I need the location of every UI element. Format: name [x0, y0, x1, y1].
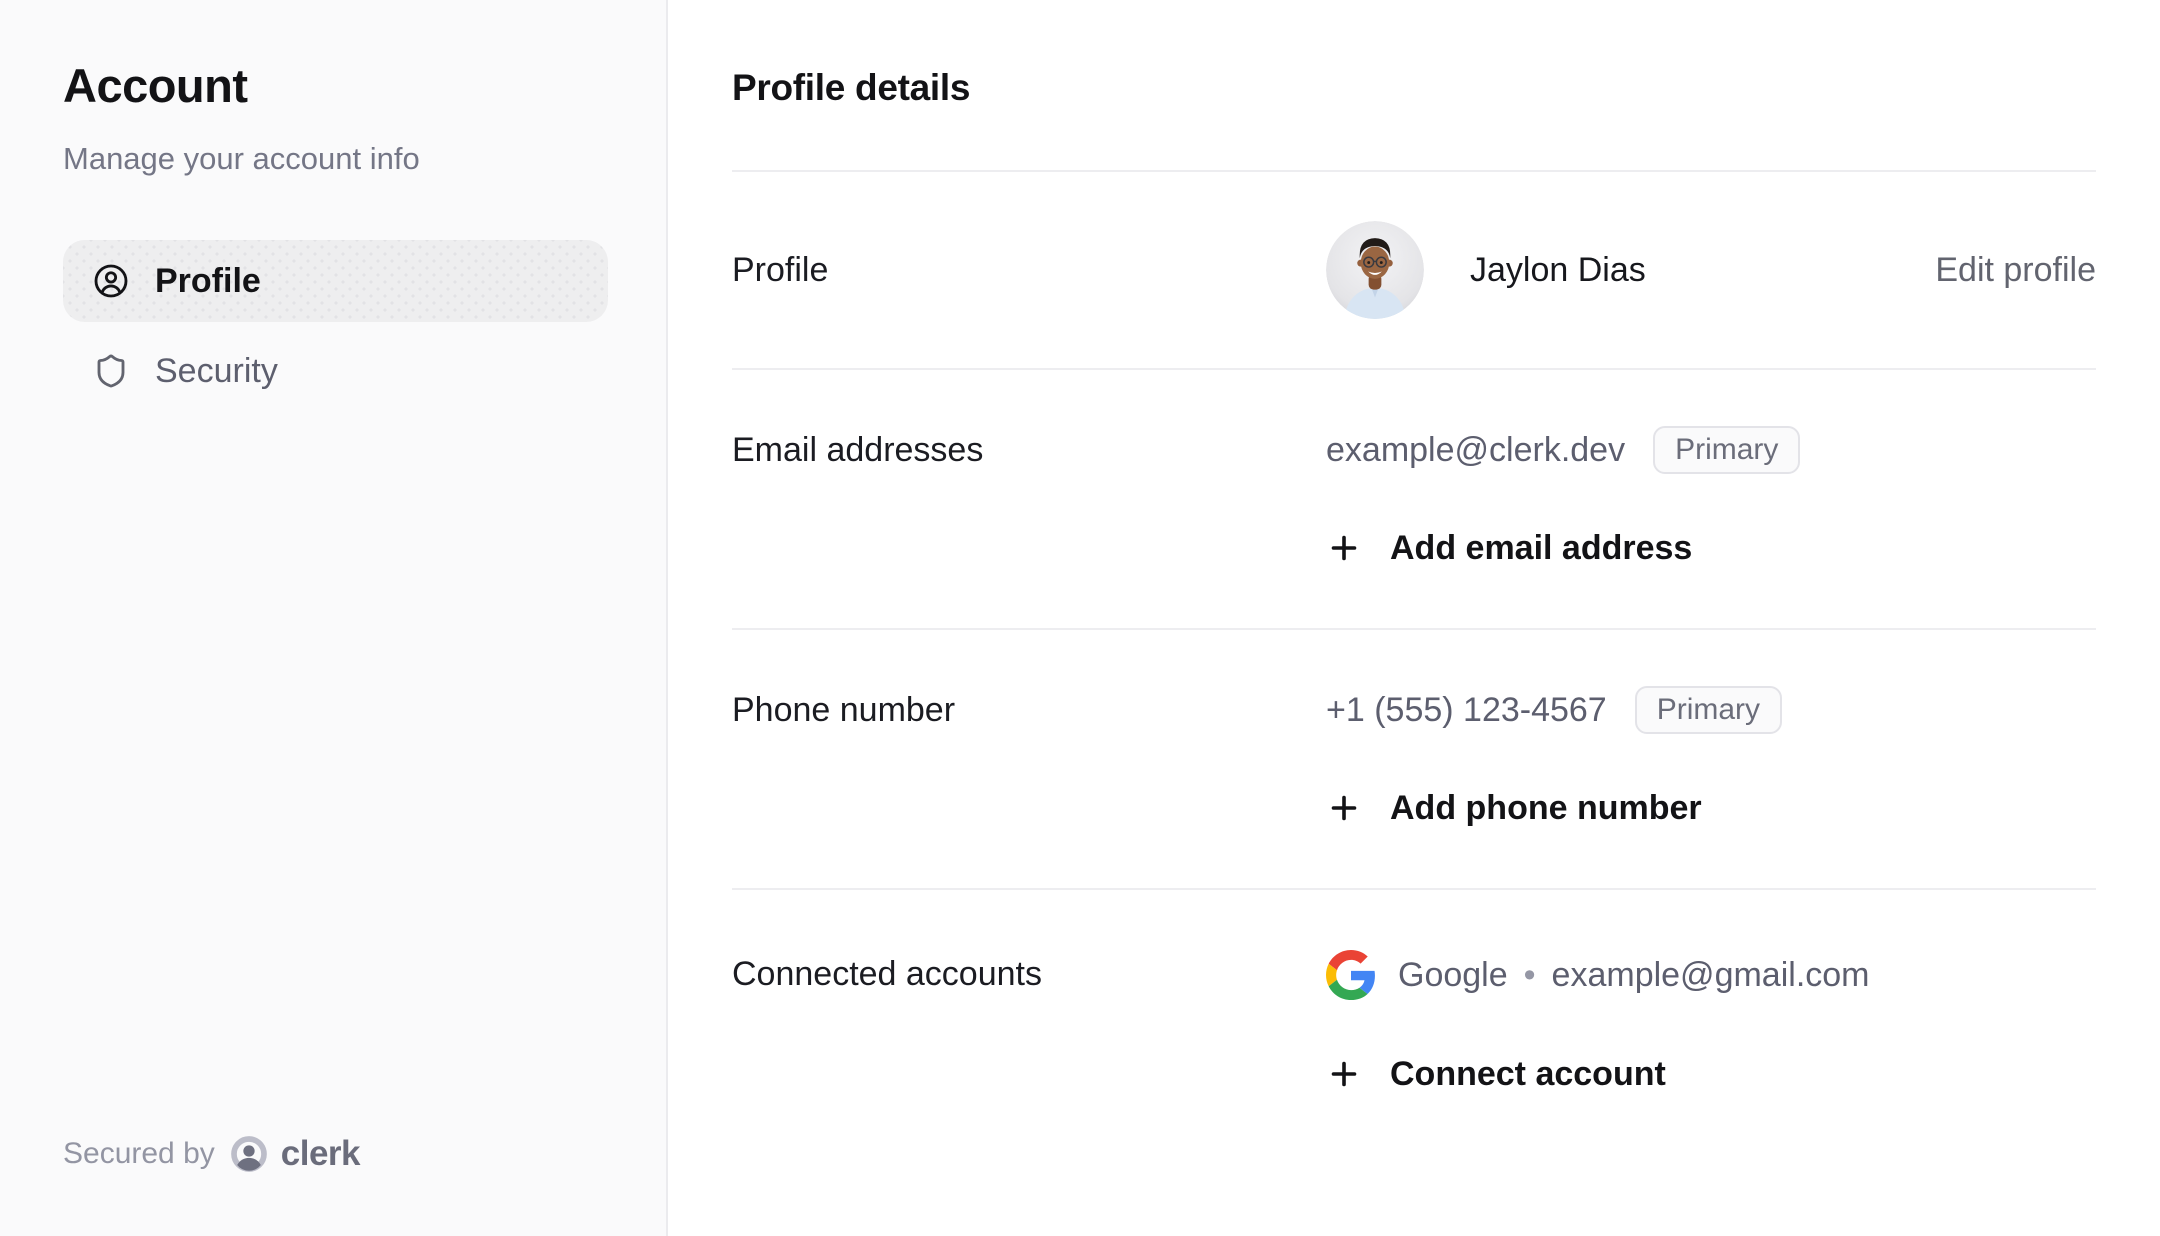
edit-profile-button[interactable]: Edit profile: [1935, 251, 2096, 290]
phone-value-column: +1 (555) 123-4567 Primary Add phone numb…: [1326, 686, 2096, 832]
connect-account-label: Connect account: [1390, 1055, 1666, 1094]
email-addresses-row: Email addresses example@clerk.dev Primar…: [732, 370, 2096, 630]
avatar: [1326, 221, 1424, 319]
profile-value: Jaylon Dias: [1326, 221, 1935, 319]
connect-account-button[interactable]: Connect account: [1326, 1050, 2096, 1098]
email-entry: example@clerk.dev Primary: [1326, 426, 2096, 474]
sidebar: Account Manage your account info Profile…: [0, 0, 668, 1236]
row-label-phone: Phone number: [732, 686, 1326, 734]
section-header: Profile details: [732, 0, 2096, 172]
primary-badge: Primary: [1653, 426, 1800, 474]
connected-account-entry: Google • example@gmail.com: [1326, 950, 2096, 1000]
email-value: example@clerk.dev: [1326, 431, 1625, 470]
account-title: Account: [63, 58, 608, 114]
phone-entry: +1 (555) 123-4567 Primary: [1326, 686, 2096, 734]
add-email-button[interactable]: Add email address: [1326, 524, 2096, 572]
email-value-column: example@clerk.dev Primary Add email addr…: [1326, 426, 2096, 572]
user-circle-icon: [93, 263, 129, 299]
add-email-label: Add email address: [1390, 529, 1692, 568]
account-subtitle: Manage your account info: [63, 140, 608, 178]
sidebar-item-security[interactable]: Security: [63, 330, 608, 412]
connected-value-column: Google • example@gmail.com Connect accou…: [1326, 950, 2096, 1098]
plus-icon: [1326, 790, 1362, 826]
plus-icon: [1326, 530, 1362, 566]
primary-badge: Primary: [1635, 686, 1782, 734]
row-label-connected: Connected accounts: [732, 950, 1326, 998]
shield-icon: [93, 353, 129, 389]
add-phone-button[interactable]: Add phone number: [1326, 784, 2096, 832]
google-icon: [1326, 950, 1376, 1000]
user-name: Jaylon Dias: [1470, 251, 1646, 290]
phone-value: +1 (555) 123-4567: [1326, 691, 1607, 730]
secured-by-footer: Secured by clerk: [63, 1134, 360, 1174]
plus-icon: [1326, 1056, 1362, 1092]
page-title: Profile details: [732, 66, 2096, 110]
sidebar-item-profile[interactable]: Profile: [63, 240, 608, 322]
connected-email: example@gmail.com: [1552, 956, 1870, 995]
row-label-email: Email addresses: [732, 426, 1326, 474]
add-phone-label: Add phone number: [1390, 789, 1702, 828]
sidebar-item-label: Profile: [155, 262, 261, 301]
row-label-profile: Profile: [732, 246, 1326, 294]
clerk-wordmark[interactable]: clerk: [281, 1134, 360, 1174]
profile-row: Profile: [732, 172, 2096, 370]
sidebar-nav: Profile Security: [63, 240, 608, 412]
secured-by-label: Secured by: [63, 1137, 215, 1171]
clerk-logo-icon: [229, 1134, 269, 1174]
connected-accounts-row: Connected accounts Google • example@gmai…: [732, 890, 2096, 1138]
sidebar-item-label: Security: [155, 352, 278, 391]
phone-number-row: Phone number +1 (555) 123-4567 Primary A…: [732, 630, 2096, 890]
profile-details-panel: Profile details Profile: [668, 0, 2160, 1236]
separator-dot: •: [1524, 956, 1536, 995]
provider-name: Google: [1398, 956, 1508, 995]
